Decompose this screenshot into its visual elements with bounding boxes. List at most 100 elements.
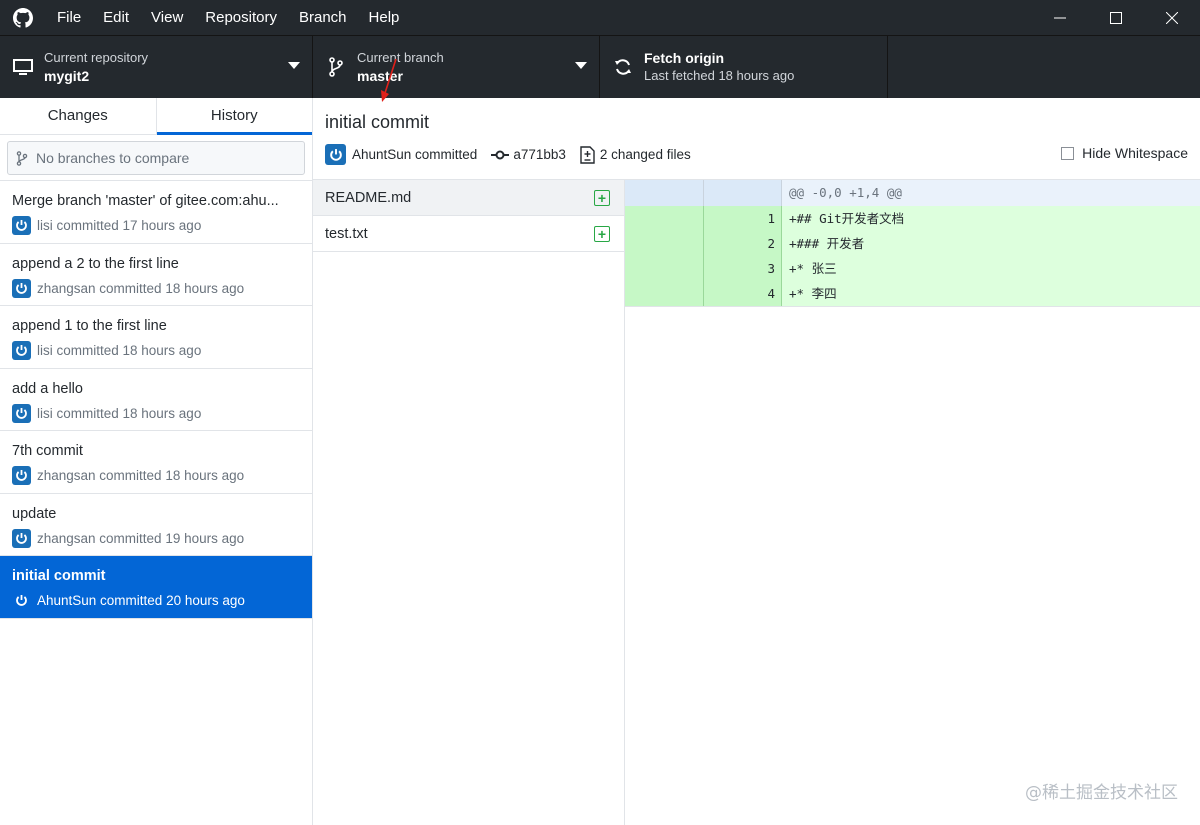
commit-meta: zhangsan committed 18 hours ago — [37, 468, 245, 483]
toolbar: Current repository mygit2 Current branch… — [0, 35, 1200, 98]
tab-changes[interactable]: Changes — [0, 98, 156, 134]
commit-heading: initial commit — [325, 112, 430, 132]
commit-sha: a771bb3 — [513, 147, 566, 162]
commit-info: AhuntSun committed a771bb3 2 changed fil… — [325, 144, 1188, 165]
avatar-icon — [12, 216, 31, 235]
avatar-icon — [12, 591, 31, 610]
old-line-number — [625, 206, 703, 231]
diff-line-text: +### 开发者 — [781, 231, 1200, 256]
fetch-label: Fetch origin — [644, 50, 725, 66]
close-button[interactable] — [1144, 0, 1200, 35]
commit-meta: lisi committed 18 hours ago — [37, 343, 202, 358]
commit-detail-panel: initial commit AhuntSun committed a771bb… — [313, 98, 1200, 825]
current-repository-button[interactable]: Current repository mygit2 — [0, 36, 313, 98]
commit-author: AhuntSun committed — [352, 147, 478, 162]
tab-history-label: History — [210, 107, 258, 124]
menu-repository[interactable]: Repository — [194, 0, 288, 35]
new-line-number: 2 — [703, 231, 781, 256]
commit-list-item[interactable]: append a 2 to the first line zhangsan co… — [0, 244, 312, 306]
commit-title: append a 2 to the first line — [12, 255, 179, 272]
menu-help[interactable]: Help — [358, 0, 411, 35]
old-line-number — [625, 256, 703, 281]
commit-list-item[interactable]: Merge branch 'master' of gitee.com:ahu..… — [0, 181, 312, 244]
avatar-icon — [325, 144, 346, 165]
branch-label: Current branch — [357, 50, 444, 65]
new-line-number: 4 — [703, 281, 781, 306]
title-bar: File Edit View Repository Branch Help — [0, 0, 1200, 35]
current-branch-button[interactable]: Current branch master — [313, 36, 600, 98]
new-line-number — [703, 180, 781, 206]
last-fetched-text: Last fetched 18 hours ago — [644, 68, 795, 83]
commit-list-item[interactable]: update zhangsan committed 19 hours ago — [0, 494, 312, 556]
hide-whitespace-label: Hide Whitespace — [1082, 145, 1188, 161]
menu-view[interactable]: View — [140, 0, 194, 35]
chevron-down-icon — [288, 62, 300, 69]
desktop-icon — [12, 56, 34, 78]
sidebar: Changes History No branches to compare M… — [0, 58, 397, 825]
commit-list-item-selected[interactable]: initial commit AhuntSun committed 20 hou… — [0, 556, 312, 619]
avatar-icon — [12, 466, 31, 485]
diff-line-added[interactable]: 4 +* 李四 — [625, 281, 1200, 306]
hide-whitespace-toggle[interactable]: Hide Whitespace — [1061, 145, 1188, 161]
fetch-origin-button[interactable]: Fetch origin Last fetched 18 hours ago — [600, 36, 888, 98]
file-added-icon: + — [594, 190, 610, 206]
close-icon — [1166, 11, 1178, 24]
repository-name: mygit2 — [44, 68, 90, 84]
commit-list-item[interactable]: add a hello lisi committed 18 hours ago — [0, 369, 312, 431]
file-list-item-test[interactable]: test.txt + — [313, 216, 624, 252]
maximize-button[interactable] — [1088, 0, 1144, 35]
diff-file-icon — [580, 145, 596, 164]
commit-title: 7th commit — [12, 443, 83, 459]
branch-icon — [325, 56, 347, 78]
avatar-icon — [12, 403, 31, 423]
file-added-icon: + — [594, 226, 610, 242]
commit-list: Merge branch 'master' of gitee.com:ahu..… — [0, 181, 312, 619]
diff-hunk-header: @@ -0,0 +1,4 @@ — [625, 180, 1200, 206]
commit-title: Merge branch 'master' of gitee.com:ahu..… — [12, 193, 279, 209]
commit-list-item[interactable]: append 1 to the first line lisi committe… — [0, 306, 312, 369]
commit-list-item[interactable]: 7th commit zhangsan committed 18 hours a… — [0, 431, 312, 494]
compare-area: No branches to compare — [0, 135, 312, 181]
commit-meta: zhangsan committed 19 hours ago — [37, 530, 245, 546]
sidebar-tabs: Changes History — [0, 58, 397, 135]
red-arrow-annotation-icon — [380, 58, 397, 102]
diff-line-added[interactable]: 1 +## Git开发者文档 — [625, 206, 1200, 231]
menu-branch[interactable]: Branch — [288, 0, 358, 35]
file-list-item-readme[interactable]: README.md + — [313, 180, 624, 216]
compare-branches-input[interactable]: No branches to compare — [7, 141, 305, 175]
old-line-number — [625, 231, 703, 256]
commit-meta: zhangsan committed 18 hours ago — [37, 280, 245, 296]
sync-icon — [612, 56, 634, 78]
avatar-icon — [12, 341, 31, 360]
minimize-button[interactable] — [1032, 0, 1088, 35]
hide-whitespace-checkbox[interactable] — [1061, 146, 1075, 160]
avatar-icon — [12, 278, 31, 298]
commit-title: add a hello — [12, 380, 83, 397]
avatar-icon — [12, 528, 31, 548]
file-name: test.txt — [325, 225, 368, 242]
diff-end-divider — [625, 306, 1200, 307]
commit-header: initial commit AhuntSun committed a771bb… — [313, 98, 1200, 180]
commit-meta: AhuntSun committed 20 hours ago — [37, 593, 245, 608]
commit-meta: lisi committed 18 hours ago — [37, 405, 202, 421]
menu-file[interactable]: File — [46, 0, 92, 35]
old-line-number — [625, 180, 703, 206]
diff-line-text: +* 张三 — [781, 256, 1200, 281]
new-line-number: 1 — [703, 206, 781, 231]
commit-meta: lisi committed 17 hours ago — [37, 218, 202, 233]
tab-history[interactable]: History — [155, 58, 397, 135]
diff-line-text: +* 李四 — [781, 281, 1200, 306]
diff-line-text: +## Git开发者文档 — [781, 206, 1200, 231]
window-controls — [1032, 0, 1200, 35]
diff-line-added[interactable]: 3 +* 张三 — [625, 256, 1200, 281]
minimize-icon — [1054, 17, 1066, 18]
commit-title: initial commit — [12, 568, 106, 584]
commit-title: append 1 to the first line — [12, 318, 167, 334]
commit-sha-icon — [491, 149, 510, 161]
commit-title: update — [12, 505, 57, 522]
changed-files-count: 2 changed files — [599, 147, 691, 162]
github-logo-icon — [12, 7, 34, 29]
menu-edit[interactable]: Edit — [92, 0, 140, 35]
repository-label: Current repository — [44, 50, 149, 65]
diff-line-added[interactable]: 2 +### 开发者 — [625, 231, 1200, 256]
